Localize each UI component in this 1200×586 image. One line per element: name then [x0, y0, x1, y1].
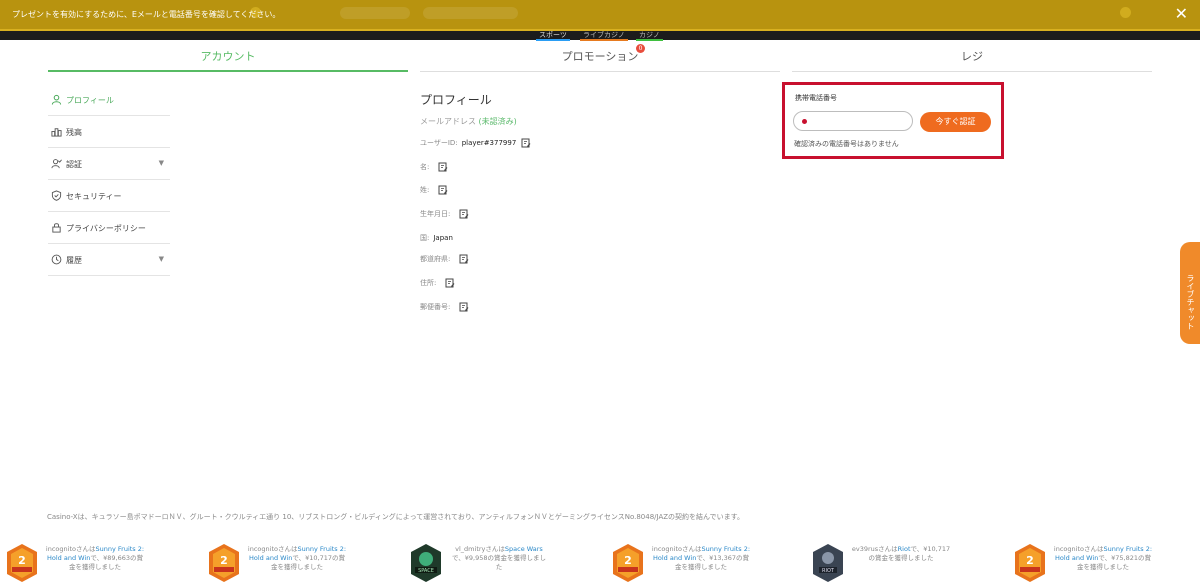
nav-sports[interactable]: スポーツ	[536, 31, 570, 41]
win-text: incognitoさんはSunny Fruits 2: Hold and Win…	[1053, 545, 1153, 571]
lock-icon	[52, 223, 61, 233]
field-address: 住所:	[420, 278, 455, 292]
field-label: 姓:	[420, 186, 430, 194]
win-text: ev39rusさんはRiotで、¥10,717の賞金を獲得しました	[851, 545, 951, 562]
sidebar-item-label: プライバシーポリシー	[66, 224, 146, 233]
recent-win-item[interactable]: 2 incognitoさんはSunny Fruits 2: Hold and W…	[202, 540, 402, 586]
email-label: メールアドレス	[420, 117, 476, 126]
svg-text:2: 2	[220, 554, 228, 567]
tab-promotion[interactable]: プロモーション 0	[420, 44, 780, 72]
field-postal-code: 郵便番号:	[420, 302, 469, 316]
promotion-count-badge: 0	[636, 44, 645, 53]
email-status: (未認済み)	[478, 117, 517, 126]
field-last-name: 姓:	[420, 185, 448, 199]
profile-title: プロフィール	[420, 93, 492, 107]
sidebar-item-privacy-policy[interactable]: プライバシーポリシー	[48, 212, 170, 244]
country-value: Japan	[433, 234, 453, 242]
sidebar-item-profile[interactable]: プロフィール	[48, 84, 170, 116]
edit-icon[interactable]	[459, 254, 469, 264]
field-label: 名:	[420, 163, 430, 171]
sidebar-item-balance[interactable]: 残高	[48, 116, 170, 148]
field-label: 国:	[420, 234, 430, 242]
sidebar-item-verification[interactable]: 認証 ▼	[48, 148, 170, 180]
tab-promotion-label: プロモーション	[561, 50, 639, 63]
phone-status: 確認済みの電話番号はありません	[794, 140, 899, 148]
field-label: 都道府県:	[420, 255, 451, 263]
space-wars-icon: SPACE	[411, 544, 441, 582]
win-text: incognitoさんはSunny Fruits 2: Hold and Win…	[247, 545, 347, 571]
top-nav-strip: スポーツ ライブカジノ カジノ	[0, 31, 1200, 41]
field-first-name: 名:	[420, 162, 448, 176]
live-chat-button[interactable]: ライブチャット	[1180, 242, 1200, 344]
field-user-id: ユーザーID: player#377997	[420, 138, 531, 152]
chevron-down-icon: ▼	[158, 255, 164, 263]
header-ghost-deposit-button	[423, 7, 518, 19]
sunny-fruits-icon: 2	[7, 544, 37, 582]
language-flag-icon	[1120, 7, 1131, 18]
svg-text:2: 2	[18, 554, 26, 567]
edit-icon[interactable]	[459, 302, 469, 312]
sidebar-item-label: プロフィール	[66, 96, 114, 105]
notice-bar: プレゼントを有効にするために、Eメールと電話番号を確認してください。 ✕	[0, 0, 1200, 31]
svg-text:RIOT: RIOT	[822, 568, 835, 574]
close-icon[interactable]: ✕	[1175, 6, 1188, 22]
recent-win-item[interactable]: 2 incognitoさんはSunny Fruits 2: Hold and W…	[0, 540, 200, 586]
edit-icon[interactable]	[438, 185, 448, 195]
phone-input[interactable]	[793, 111, 913, 131]
tab-account-label: アカウント	[200, 50, 256, 63]
win-text: incognitoさんはSunny Fruits 2: Hold and Win…	[651, 545, 751, 571]
sidebar-item-history[interactable]: 履歴 ▼	[48, 244, 170, 276]
field-label: 住所:	[420, 279, 437, 287]
header-ghost-register-button	[340, 7, 410, 19]
clock-icon	[51, 254, 62, 265]
svg-text:2: 2	[624, 554, 632, 567]
sidebar-item-security[interactable]: セキュリティー	[48, 180, 170, 212]
sidebar-item-label: セキュリティー	[66, 192, 122, 201]
win-text: incognitoさんはSunny Fruits 2: Hold and Win…	[45, 545, 145, 571]
edit-icon[interactable]	[521, 138, 531, 148]
field-label: ユーザーID:	[420, 139, 458, 147]
shield-icon	[51, 190, 62, 201]
sunny-fruits-icon: 2	[613, 544, 643, 582]
nav-casino[interactable]: カジノ	[636, 31, 663, 41]
user-id-value: player#377997	[461, 139, 517, 147]
recent-win-item[interactable]: RIOT ev39rusさんはRiotで、¥10,717の賞金を獲得しました	[806, 540, 1006, 586]
tab-cashier[interactable]: レジ	[792, 48, 1152, 72]
field-birth-date: 生年月日:	[420, 209, 469, 223]
phone-verification-box: 携帯電話番号 今すぐ認証 確認済みの電話番号はありません	[782, 82, 1004, 159]
license-text: Casino-Xは、キュラソー島ポマドーロＮＶ、グルート・クウルティエ通り 10…	[47, 513, 744, 521]
riot-icon: RIOT	[813, 544, 843, 582]
japan-flag-icon	[802, 119, 807, 124]
field-label: 生年月日:	[420, 210, 451, 218]
notice-text: プレゼントを有効にするために、Eメールと電話番号を確認してください。	[12, 10, 281, 19]
sidebar-item-label: 認証	[66, 160, 82, 169]
tab-account[interactable]: アカウント	[48, 48, 408, 72]
edit-icon[interactable]	[445, 278, 455, 288]
sidebar-item-label: 残高	[66, 128, 82, 137]
edit-icon[interactable]	[459, 209, 469, 219]
phone-label: 携帯電話番号	[795, 94, 837, 102]
recent-win-item[interactable]: 2 incognitoさんはSunny Fruits 2: Hold and W…	[1008, 540, 1200, 586]
sidebar-item-label: 履歴	[66, 256, 82, 265]
sunny-fruits-icon: 2	[209, 544, 239, 582]
edit-icon[interactable]	[438, 162, 448, 172]
tab-cashier-label: レジ	[961, 50, 983, 63]
verification-icon	[51, 159, 62, 169]
sunny-fruits-icon: 2	[1015, 544, 1045, 582]
user-icon	[51, 94, 62, 105]
field-label: 郵便番号:	[420, 303, 451, 311]
balance-icon	[51, 128, 62, 137]
svg-text:2: 2	[1026, 554, 1034, 567]
svg-text:SPACE: SPACE	[418, 568, 434, 574]
email-row[interactable]: メールアドレス (未認済み)	[420, 116, 517, 127]
field-country: 国: Japan	[420, 233, 453, 247]
verify-now-button[interactable]: 今すぐ認証	[920, 112, 991, 132]
field-prefecture: 都道府県:	[420, 254, 469, 268]
chevron-down-icon: ▼	[158, 159, 164, 167]
recent-win-item[interactable]: 2 incognitoさんはSunny Fruits 2: Hold and W…	[606, 540, 806, 586]
nav-live-casino[interactable]: ライブカジノ	[580, 31, 628, 41]
win-text: vl_dmitryさんはSpace Warsで、¥9,958の賞金を獲得しました	[452, 545, 546, 571]
recent-win-item[interactable]: SPACE vl_dmitryさんはSpace Warsで、¥9,958の賞金を…	[404, 540, 604, 586]
